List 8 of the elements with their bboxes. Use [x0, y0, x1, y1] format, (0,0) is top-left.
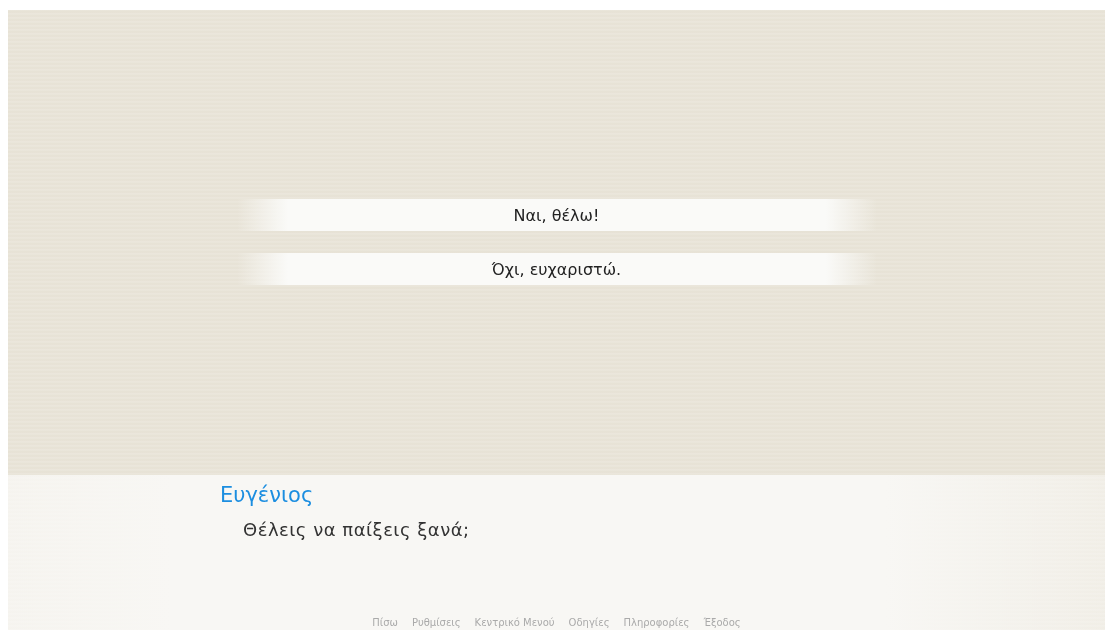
- quick-menu-item[interactable]: Ρυθμίσεις: [411, 617, 461, 628]
- speaker-name: Ευγένιος: [220, 483, 315, 507]
- quick-menu-item[interactable]: Οδηγίες: [568, 617, 610, 628]
- quick-menu-item[interactable]: Κεντρικό Μενού: [474, 617, 555, 628]
- dialogue-text: Θέλεις να παίξεις ξανά;: [243, 519, 471, 540]
- quick-menu-item[interactable]: Πίσω: [372, 617, 398, 628]
- quick-menu-item[interactable]: Πληροφορίες: [623, 617, 690, 628]
- quick-menu-item[interactable]: Έξοδος: [703, 617, 741, 628]
